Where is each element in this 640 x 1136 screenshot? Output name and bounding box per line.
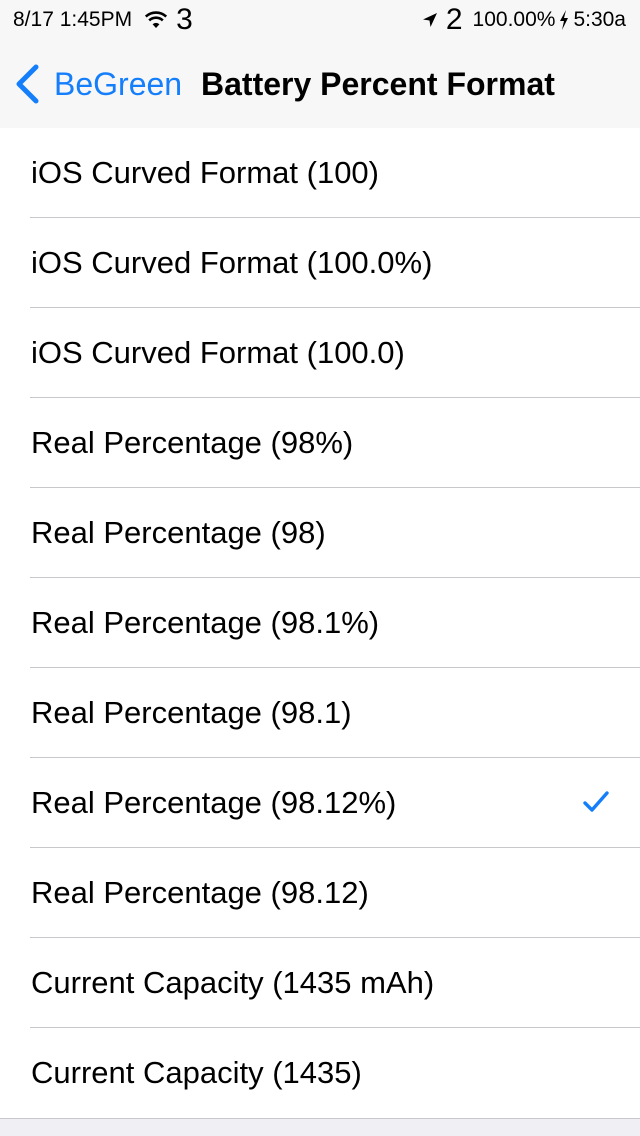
- list-item[interactable]: iOS Curved Format (100): [0, 128, 640, 218]
- list-item[interactable]: Real Percentage (98.1): [0, 668, 640, 758]
- checkmark-icon: [583, 791, 609, 812]
- page-title: Battery Percent Format: [201, 66, 555, 102]
- option-label: iOS Curved Format (100.0%): [31, 245, 433, 280]
- option-label: Real Percentage (98.12%): [31, 785, 397, 820]
- battery-percent: 100.00%: [472, 8, 556, 31]
- status-right: 2 100.00% 5:30a: [422, 3, 626, 36]
- option-label: iOS Curved Format (100): [31, 155, 379, 190]
- option-label: Real Percentage (98.12): [31, 875, 369, 910]
- list-item[interactable]: Real Percentage (98.12): [0, 848, 640, 938]
- option-label: iOS Curved Format (100.0): [31, 335, 405, 370]
- list-item[interactable]: iOS Curved Format (100.0): [0, 308, 640, 398]
- option-label: Real Percentage (98%): [31, 425, 354, 460]
- back-label: BeGreen: [54, 65, 183, 102]
- status-time: 5:30a: [573, 8, 626, 31]
- status-left: 8/17 1:45PM 3: [13, 3, 193, 36]
- option-label: Current Capacity (1435 mAh): [31, 965, 435, 1000]
- list-item[interactable]: Current Capacity (1435 mAh): [0, 938, 640, 1028]
- list-item[interactable]: Current Capacity (1435): [0, 1028, 640, 1118]
- chevron-left-icon: [16, 64, 39, 104]
- wifi-icon: [145, 11, 168, 28]
- options-list: iOS Curved Format (100) iOS Curved Format…: [0, 128, 640, 1119]
- option-label: Real Percentage (98): [31, 515, 326, 550]
- list-item[interactable]: iOS Curved Format (100.0%): [0, 218, 640, 308]
- status-left-number: 3: [176, 3, 193, 36]
- option-label: Current Capacity (1435): [31, 1055, 362, 1090]
- list-item[interactable]: Real Percentage (98): [0, 488, 640, 578]
- status-right-number: 2: [445, 3, 463, 36]
- list-item[interactable]: Real Percentage (98%): [0, 398, 640, 488]
- screen: 8/17 1:45PM 3 2 100.00% 5:30a BeGreen Ba…: [0, 0, 640, 1136]
- navigation-bar: BeGreen Battery Percent Format: [0, 40, 640, 128]
- charging-bolt-icon: [560, 10, 569, 30]
- status-bar: 8/17 1:45PM 3 2 100.00% 5:30a: [0, 0, 640, 40]
- status-datetime: 8/17 1:45PM: [13, 8, 133, 31]
- location-arrow-icon: [422, 13, 437, 27]
- option-label: Real Percentage (98.1): [31, 695, 352, 730]
- back-button[interactable]: BeGreen: [14, 62, 182, 106]
- list-item[interactable]: Real Percentage (98.12%): [0, 758, 640, 848]
- list-item[interactable]: Real Percentage (98.1%): [0, 578, 640, 668]
- header: 8/17 1:45PM 3 2 100.00% 5:30a BeGreen Ba…: [0, 0, 640, 129]
- option-label: Real Percentage (98.1%): [31, 605, 380, 640]
